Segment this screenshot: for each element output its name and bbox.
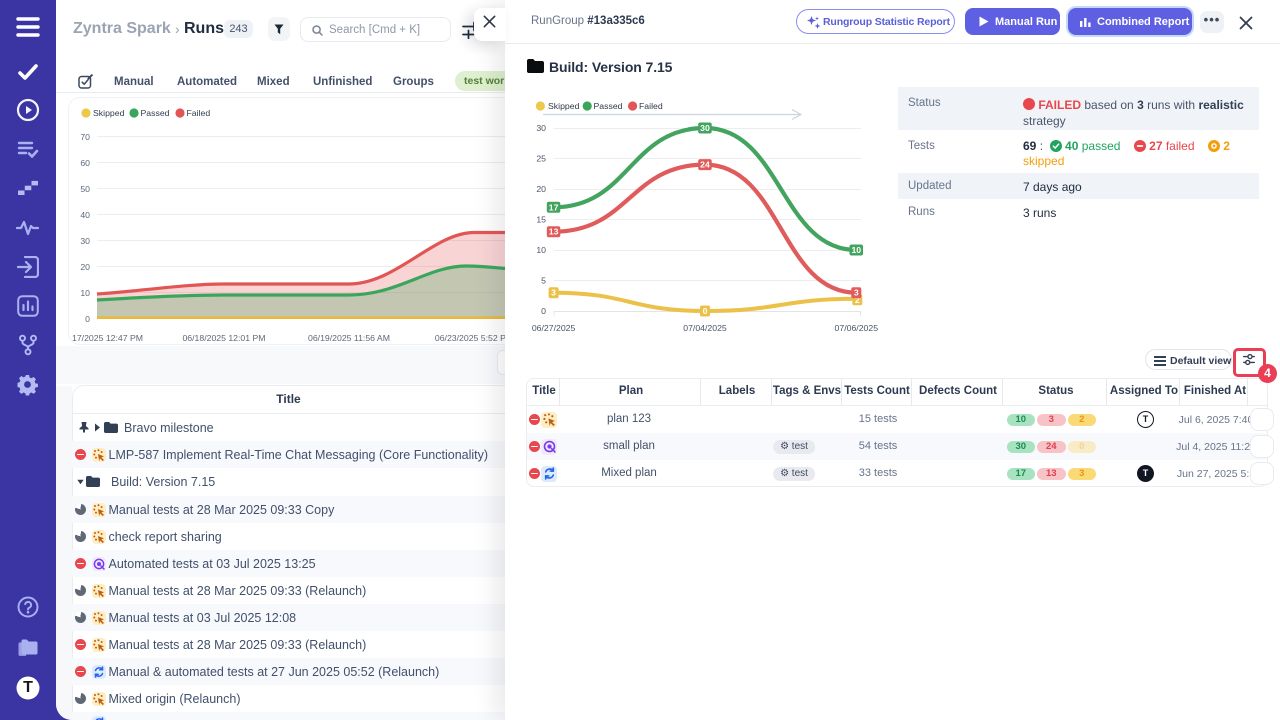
svg-text:60: 60 [80, 158, 90, 168]
svg-text:5: 5 [541, 276, 546, 286]
svg-text:40: 40 [80, 210, 90, 220]
svg-text:15: 15 [536, 215, 546, 225]
svg-text:Skipped: Skipped [93, 108, 125, 118]
svg-text:20: 20 [80, 262, 90, 272]
svg-text:20: 20 [536, 184, 546, 194]
svg-text:3: 3 [854, 288, 859, 298]
svg-text:06/19/2025 11:56 AM: 06/19/2025 11:56 AM [308, 333, 390, 343]
svg-text:70: 70 [80, 132, 90, 142]
svg-text:10: 10 [536, 245, 546, 255]
svg-text:50: 50 [80, 184, 90, 194]
svg-text:10: 10 [80, 288, 90, 298]
svg-text:25: 25 [536, 154, 546, 164]
svg-text:17: 17 [549, 202, 559, 212]
svg-text:24: 24 [700, 160, 710, 170]
svg-text:Failed: Failed [639, 101, 663, 111]
svg-text:Passed: Passed [141, 108, 170, 118]
svg-text:30: 30 [536, 123, 546, 133]
svg-text:07/06/2025: 07/06/2025 [835, 323, 879, 333]
svg-text:13: 13 [549, 227, 559, 237]
svg-text:06/23/2025 5:52 PM: 06/23/2025 5:52 PM [435, 333, 505, 343]
svg-text:3: 3 [551, 288, 556, 298]
svg-text:06/18/2025 12:01 PM: 06/18/2025 12:01 PM [182, 333, 265, 343]
svg-text:30: 30 [80, 236, 90, 246]
svg-text:30: 30 [700, 123, 710, 133]
svg-text:0: 0 [85, 314, 90, 324]
svg-text:Failed: Failed [187, 108, 211, 118]
svg-text:17/2025 12:47 PM: 17/2025 12:47 PM [72, 333, 143, 343]
svg-text:10: 10 [851, 245, 861, 255]
svg-text:Skipped: Skipped [548, 101, 580, 111]
svg-text:07/04/2025: 07/04/2025 [683, 323, 727, 333]
svg-text:0: 0 [541, 306, 546, 316]
svg-text:0: 0 [703, 306, 708, 316]
svg-text:06/27/2025: 06/27/2025 [532, 323, 576, 333]
svg-text:Passed: Passed [594, 101, 623, 111]
